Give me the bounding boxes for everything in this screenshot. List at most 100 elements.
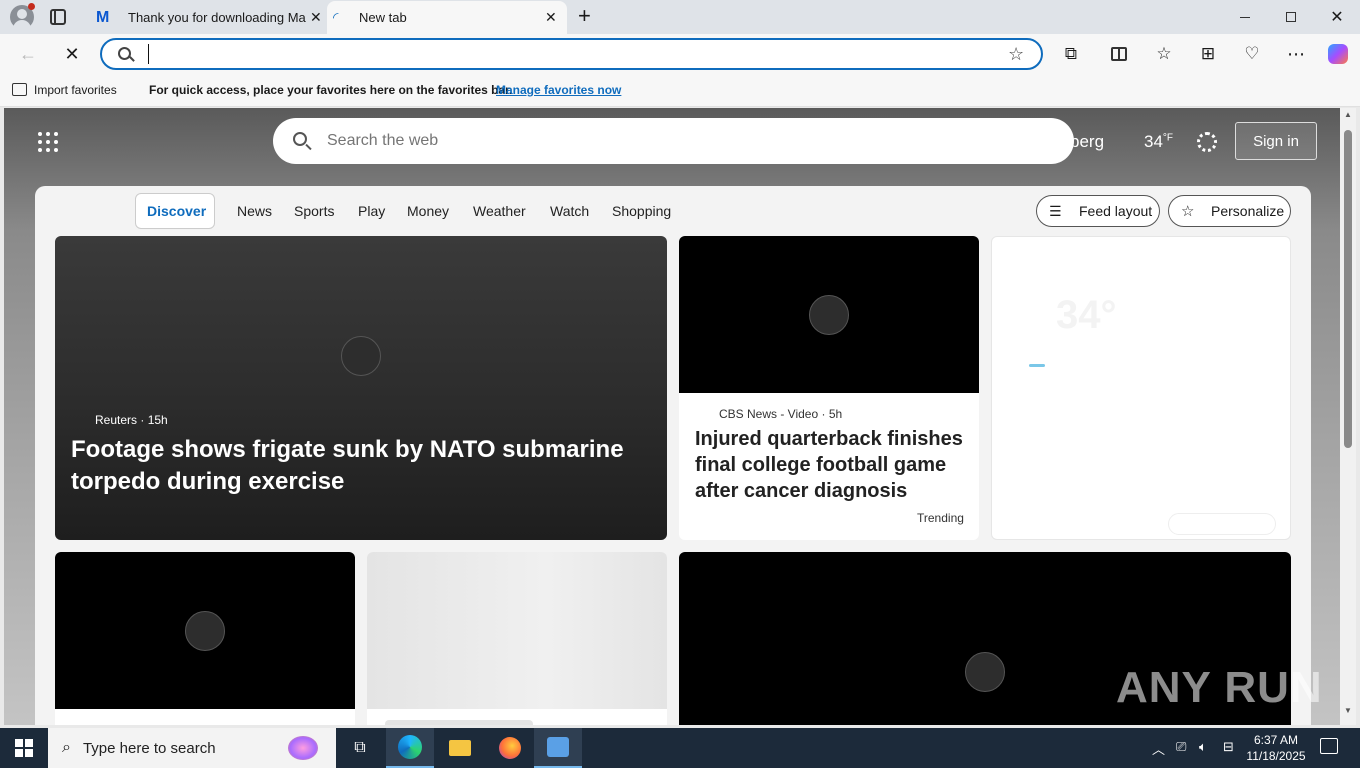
- browser-essentials-icon[interactable]: ♡: [1240, 42, 1264, 66]
- address-input[interactable]: [148, 44, 988, 64]
- tab-shopping[interactable]: Shopping: [612, 203, 671, 219]
- clock-date: 11/18/2025: [1246, 749, 1306, 763]
- story-age: 15h: [147, 413, 168, 427]
- scrollbar-thumb[interactable]: [1344, 130, 1352, 448]
- weather-widget-button[interactable]: [1168, 513, 1276, 535]
- location-text[interactable]: berg: [1070, 132, 1104, 152]
- installer-app-icon[interactable]: [534, 728, 582, 768]
- story-source: CBS News - Video · 5h: [719, 407, 843, 421]
- page-scrollbar[interactable]: ▲ ▼: [1340, 108, 1356, 725]
- story-card-loading[interactable]: [367, 552, 667, 725]
- tab-actions-icon[interactable]: [50, 9, 66, 25]
- tab-weather[interactable]: Weather: [473, 203, 526, 219]
- video-play-icon: [341, 336, 381, 376]
- import-icon: [12, 83, 27, 96]
- story-source: Reuters · 15h: [95, 413, 168, 427]
- loading-bar: [1029, 364, 1045, 367]
- favorite-star-icon[interactable]: ☆: [1008, 44, 1024, 65]
- anyrun-watermark: ANY RUN: [1116, 663, 1323, 712]
- tab-money[interactable]: Money: [407, 203, 449, 219]
- more-menu-icon[interactable]: ⋯: [1284, 42, 1308, 66]
- hero-story-card[interactable]: Reuters · 15h Footage shows frigate sunk…: [55, 236, 667, 540]
- import-favorites-button[interactable]: Import favorites: [34, 83, 117, 97]
- temperature-text[interactable]: 34°F: [1144, 132, 1173, 152]
- file-explorer-icon[interactable]: [436, 728, 484, 768]
- close-window-icon[interactable]: ✕: [1314, 0, 1360, 34]
- clock-time: 6:37 AM: [1253, 733, 1299, 747]
- copilot-icon[interactable]: [1326, 42, 1350, 66]
- taskbar-search-placeholder: Type here to search: [82, 739, 216, 757]
- address-bar[interactable]: ☆: [100, 38, 1043, 70]
- tab-strip: M Thank you for downloading Malw ✕ ◜ New…: [0, 0, 1360, 34]
- search-highlight-icon: [288, 736, 318, 760]
- tab-title: New tab: [359, 10, 407, 25]
- placeholder-line: [385, 720, 533, 725]
- weather-widget[interactable]: 34°: [991, 236, 1291, 540]
- story-headline[interactable]: Injured quarterback finishes final colle…: [695, 426, 965, 504]
- tab-play[interactable]: Play: [358, 203, 385, 219]
- web-search-box[interactable]: [273, 118, 1074, 164]
- favorites-hint-text: For quick access, place your favorites h…: [149, 83, 513, 97]
- tab-watch[interactable]: Watch: [550, 203, 589, 219]
- split-screen-icon[interactable]: [1107, 42, 1131, 66]
- new-tab-page: berg 34°F Sign in Discover News Sports P…: [4, 108, 1340, 725]
- tab-new-tab[interactable]: ◜ New tab ✕: [327, 1, 567, 34]
- loading-spinner-icon: ◜: [333, 9, 339, 25]
- story-card[interactable]: CBS News - Video · 5h Injured quarterbac…: [679, 236, 979, 540]
- scroll-up-icon[interactable]: ▲: [1344, 110, 1352, 119]
- tab-title: Thank you for downloading Malw: [128, 10, 306, 25]
- stop-loading-icon[interactable]: ✕: [60, 42, 84, 66]
- task-view-icon[interactable]: ⧉: [336, 728, 384, 768]
- video-play-icon: [185, 611, 225, 651]
- notifications-icon[interactable]: [1320, 738, 1338, 754]
- back-arrow-icon[interactable]: ←: [16, 42, 40, 66]
- weather-temp-faint: 34°: [1056, 293, 1117, 337]
- close-tab-icon[interactable]: ✕: [545, 9, 557, 26]
- extensions-icon[interactable]: ⧉: [1059, 42, 1083, 66]
- manage-favorites-link[interactable]: Manage favorites now: [496, 83, 621, 97]
- web-search-input[interactable]: [327, 130, 1027, 152]
- personalize-button[interactable]: ☆ Personalize: [1168, 195, 1291, 227]
- sign-in-button[interactable]: Sign in: [1235, 122, 1317, 160]
- meet-now-icon[interactable]: ⎚: [1176, 739, 1186, 755]
- hero-headline[interactable]: Footage shows frigate sunk by NATO subma…: [71, 434, 631, 498]
- profile-avatar-icon[interactable]: [10, 3, 35, 29]
- video-play-icon: [809, 295, 849, 335]
- favorites-bar: Import favorites For quick access, place…: [0, 74, 1360, 107]
- edge-taskbar-icon[interactable]: [386, 728, 434, 768]
- malwarebytes-icon: M: [96, 8, 110, 26]
- taskbar-clock[interactable]: 6:37 AM 11/18/2025: [1246, 732, 1306, 764]
- start-windows-icon[interactable]: [0, 728, 48, 768]
- scroll-down-icon[interactable]: ▼: [1344, 706, 1352, 715]
- new-tab-plus-icon[interactable]: +: [578, 5, 591, 27]
- app-launcher-icon[interactable]: [38, 132, 58, 152]
- show-hidden-icons-chevron-icon[interactable]: ︿: [1152, 739, 1165, 758]
- trending-badge: Trending: [917, 511, 964, 525]
- feed-panel: Discover News Sports Play Money Weather …: [35, 186, 1311, 725]
- minimize-icon[interactable]: [1222, 0, 1268, 34]
- tab-sports[interactable]: Sports: [294, 203, 334, 219]
- story-age: 5h: [828, 407, 843, 421]
- tab-news[interactable]: News: [237, 203, 272, 219]
- search-icon: ⌕: [62, 739, 71, 756]
- close-tab-icon[interactable]: ✕: [310, 9, 322, 26]
- tab-discover[interactable]: Discover: [147, 203, 206, 219]
- restore-icon[interactable]: [1268, 0, 1314, 34]
- temperature-value: 34: [1144, 132, 1163, 151]
- feed-layout-button[interactable]: ☰ Feed layout: [1036, 195, 1160, 227]
- network-icon[interactable]: ⊟: [1223, 739, 1234, 755]
- toolbar: ← ✕ ☆ ⧉ ☆ ⊞ ♡ ⋯: [0, 34, 1360, 74]
- firefox-icon[interactable]: [486, 728, 534, 768]
- windows-taskbar: ⌕ Type here to search ⧉ ︿ ⎚ 🔈︎ ⊟ 6:37 AM…: [0, 728, 1360, 768]
- favorites-icon[interactable]: ☆: [1152, 42, 1176, 66]
- settings-gear-icon[interactable]: [1197, 132, 1217, 152]
- source-name: CBS News - Video: [719, 407, 819, 421]
- tab-malwarebytes[interactable]: M Thank you for downloading Malw ✕: [88, 1, 326, 34]
- temperature-unit: °F: [1162, 132, 1174, 144]
- sparkle-star-icon: ☆: [1181, 203, 1195, 220]
- placeholder-thumbnail: [367, 552, 667, 709]
- taskbar-search-box[interactable]: ⌕ Type here to search: [48, 728, 336, 768]
- volume-icon[interactable]: 🔈︎: [1199, 739, 1207, 755]
- story-card[interactable]: [55, 552, 355, 725]
- collections-icon[interactable]: ⊞: [1196, 42, 1220, 66]
